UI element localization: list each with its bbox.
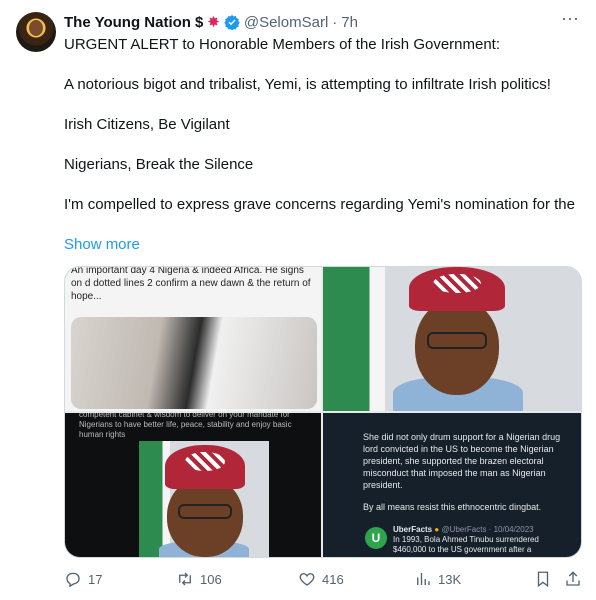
bookmark-button[interactable] xyxy=(534,568,558,590)
image4-paragraph: She did not only drum support for a Nige… xyxy=(363,432,561,490)
media-image-2[interactable] xyxy=(323,267,581,411)
show-more-link[interactable]: Show more xyxy=(64,235,140,255)
share-icon xyxy=(566,571,580,586)
media-grid[interactable]: An important day 4 Nigeria & indeed Afri… xyxy=(64,266,582,558)
portrait-background xyxy=(139,441,269,557)
uberfacts-logo-icon: U xyxy=(365,527,387,549)
reply-count: 17 xyxy=(88,571,103,587)
quote-handle-date: @UberFacts · 10/04/2023 xyxy=(441,525,534,534)
media-image-3[interactable]: competent cabinet & wisdom to deliver on… xyxy=(65,413,321,557)
more-options-button[interactable]: ··· xyxy=(560,9,580,32)
repost-icon xyxy=(179,572,191,586)
burst-emoji: ✸ xyxy=(207,14,220,31)
like-button[interactable]: 416 xyxy=(298,568,344,590)
media-image-1[interactable]: An important day 4 Nigeria & indeed Afri… xyxy=(65,267,321,411)
portrait-cap xyxy=(165,445,245,489)
quoted-tweet: U UberFacts ● @UberFacts · 10/04/2023 In… xyxy=(363,525,543,557)
views-count: 13K xyxy=(438,571,462,587)
timestamp[interactable]: 7h xyxy=(341,14,358,31)
views-chart-icon xyxy=(417,573,430,585)
separator-dot: · xyxy=(332,13,338,31)
share-button[interactable] xyxy=(564,568,588,590)
like-count: 416 xyxy=(322,571,344,587)
dollar-emoji: $ xyxy=(194,13,204,31)
image3-caption: competent cabinet & wisdom to deliver on… xyxy=(79,413,292,439)
glasses-shape xyxy=(426,331,488,349)
author-name[interactable]: The Young Nation xyxy=(64,14,191,31)
image4-text: She did not only drum support for a Nige… xyxy=(363,431,563,523)
quote-verified-icon: ● xyxy=(434,525,440,534)
quote-text: In 1993, Bola Ahmed Tinubu surrendered $… xyxy=(393,535,539,554)
quote-author-name: UberFacts xyxy=(393,525,433,534)
heart-icon xyxy=(299,573,315,586)
signing-photo xyxy=(71,317,317,409)
repost-count: 106 xyxy=(200,571,222,587)
portrait-photo xyxy=(323,267,581,411)
reply-icon xyxy=(66,572,80,588)
tweet-header: The Young Nation $ ✸ @SelomSarl · 7h xyxy=(64,12,358,32)
reply-button[interactable]: 17 xyxy=(64,568,102,590)
image4-paragraph: By all means resist this ethnocentric di… xyxy=(363,502,542,512)
verified-badge-icon xyxy=(224,14,240,31)
portrait-face xyxy=(167,477,243,557)
action-bar: 17 106 416 13K xyxy=(64,568,584,590)
author-handle[interactable]: @SelomSarl xyxy=(244,14,328,31)
quote-header: UberFacts ● @UberFacts · 10/04/2023 xyxy=(393,525,534,535)
media-image-4[interactable]: She did not only drum support for a Nige… xyxy=(323,413,581,557)
tweet-text-line: I'm compelled to express grave concerns … xyxy=(64,196,575,213)
portrait-face xyxy=(415,299,499,395)
tweet-text-line: URGENT ALERT to Honorable Members of the… xyxy=(64,36,501,53)
portrait-cap xyxy=(409,267,505,311)
tweet-text-line: A notorious bigot and tribalist, Yemi, i… xyxy=(64,76,551,93)
author-avatar[interactable] xyxy=(16,12,56,52)
glasses-shape xyxy=(177,504,233,519)
portrait-photo-small xyxy=(139,441,269,557)
repost-button[interactable]: 106 xyxy=(176,568,222,590)
bookmark-icon xyxy=(537,571,549,588)
tweet-text-line: Irish Citizens, Be Vigilant xyxy=(64,116,230,133)
views-button[interactable]: 13K xyxy=(414,568,461,590)
tweet-text-line: Nigerians, Break the Silence xyxy=(64,156,254,173)
image1-caption: An important day 4 Nigeria & indeed Afri… xyxy=(71,267,311,302)
